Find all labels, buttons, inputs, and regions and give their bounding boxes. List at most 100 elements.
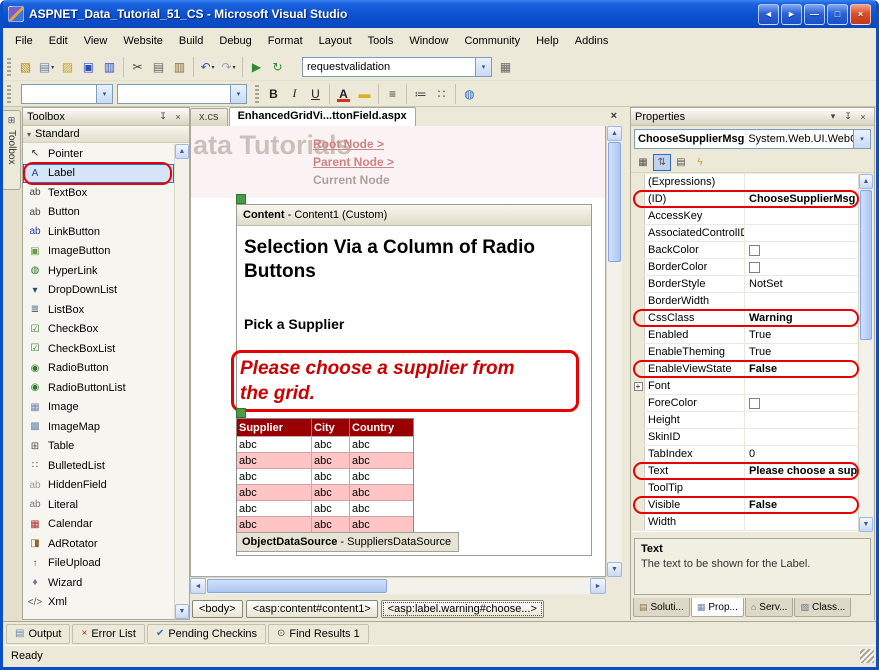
property-value[interactable]: False <box>745 497 860 513</box>
object-selector-combo[interactable]: ChooseSupplierMsgSystem.Web.UI.WebCor ▾ <box>634 129 871 149</box>
auto-hide-pin-icon[interactable]: ↧ <box>841 110 855 123</box>
search-combo-value[interactable]: requestvalidation <box>303 58 475 76</box>
expand-toggle-icon[interactable] <box>634 382 643 391</box>
property-row[interactable]: TabIndex 0 <box>632 446 860 463</box>
bullet-list-icon[interactable]: ∷ <box>431 84 452 104</box>
bottom-panel-tab[interactable]: × Error List <box>72 624 144 644</box>
toolbox-item[interactable]: ◍ HyperLink <box>23 261 174 281</box>
toolbox-item[interactable]: ab Literal <box>23 495 174 515</box>
toolbox-item[interactable]: A Label <box>23 164 174 184</box>
breadcrumb-link[interactable]: Root Node > <box>313 135 394 153</box>
grid-row[interactable]: abc abc abc <box>237 468 413 484</box>
close-button[interactable]: × <box>850 4 871 25</box>
property-value[interactable] <box>745 225 860 241</box>
align-left-icon[interactable]: ≡ <box>382 84 403 104</box>
open-file-icon[interactable]: ▨ <box>57 57 78 77</box>
menu-item[interactable]: Addins <box>567 31 617 51</box>
events-icon[interactable]: ϟ <box>691 154 709 171</box>
highlight-icon[interactable]: ▬ <box>354 84 375 104</box>
toolbar-icon[interactable] <box>378 84 379 104</box>
design-surface[interactable]: ata Tutorials Root Node > Parent Node > … <box>190 126 606 577</box>
toolbar-icon[interactable] <box>193 57 194 77</box>
toolbox-header[interactable]: Toolbox ↧ × <box>23 108 189 126</box>
toolbox-item[interactable]: ◨ AdRotator <box>23 534 174 554</box>
property-row[interactable]: Enabled True <box>632 327 860 344</box>
grid-row[interactable]: abc abc abc <box>237 484 413 500</box>
menu-item[interactable]: Community <box>456 31 528 51</box>
grid-row[interactable]: abc abc abc <box>237 452 413 468</box>
nav-back-button[interactable]: ◄ <box>758 4 779 25</box>
toolbar-icon[interactable] <box>406 84 407 104</box>
property-value[interactable]: NotSet <box>745 276 860 292</box>
property-value[interactable]: Please choose a suppli <box>745 463 860 479</box>
toolbox-item[interactable]: ≣ ListBox <box>23 300 174 320</box>
toolbar-grip[interactable] <box>7 85 11 103</box>
property-row[interactable]: BorderStyle NotSet <box>632 276 860 293</box>
scrollbar-thumb[interactable] <box>608 142 621 262</box>
property-row[interactable]: BorderColor <box>632 259 860 276</box>
property-value[interactable] <box>745 174 860 190</box>
property-row[interactable]: ToolTip <box>632 480 860 497</box>
property-value[interactable]: ChooseSupplierMsg <box>745 191 860 207</box>
cut-icon[interactable]: ✂ <box>127 57 148 77</box>
title-bar[interactable]: ASPNET_Data_Tutorial_51_CS - Microsoft V… <box>3 0 876 28</box>
property-row[interactable]: AccessKey <box>632 208 860 225</box>
design-horizontal-scrollbar[interactable]: ◄ ► <box>190 577 606 594</box>
tag-navigator-button[interactable]: <asp:content#content1> <box>246 600 378 618</box>
toolbar-icon[interactable] <box>329 84 330 104</box>
properties-page-icon[interactable]: ▤ <box>672 154 690 171</box>
tool-window-tab[interactable]: ▤ Soluti... <box>633 598 690 617</box>
scroll-down-icon[interactable]: ▼ <box>859 517 873 532</box>
add-item-icon[interactable]: ▤ <box>36 57 57 77</box>
scroll-down-icon[interactable]: ▼ <box>607 562 622 577</box>
grid-row[interactable]: abc abc abc <box>237 436 413 452</box>
property-row[interactable]: Visible False <box>632 497 860 514</box>
menu-item[interactable]: Window <box>401 31 456 51</box>
toolbox-item[interactable]: ⊞ Table <box>23 437 174 457</box>
toolbox-item[interactable]: ab HiddenField <box>23 476 174 496</box>
browse-icon[interactable]: ↻ <box>267 57 288 77</box>
property-row[interactable]: BackColor <box>632 242 860 259</box>
bottom-panel-tab[interactable]: ⊙ Find Results 1 <box>268 624 369 644</box>
property-value[interactable] <box>745 412 860 428</box>
chevron-down-icon[interactable]: ▾ <box>96 85 112 103</box>
property-row[interactable]: SkinID <box>632 429 860 446</box>
scroll-up-icon[interactable]: ▲ <box>607 126 622 141</box>
property-value[interactable] <box>745 480 860 496</box>
chevron-down-icon[interactable]: ▾ <box>853 130 870 148</box>
close-document-icon[interactable]: × <box>611 110 617 122</box>
tag-navigator-button[interactable]: <body> <box>192 600 243 618</box>
suppliers-gridview[interactable]: Supplier City Country abc abc abc <box>236 418 414 533</box>
alphabetical-icon[interactable]: ⇅ <box>653 154 671 171</box>
toolbox-item[interactable]: ab TextBox <box>23 183 174 203</box>
chevron-down-icon[interactable]: ▾ <box>475 58 491 76</box>
toolbox-item[interactable]: ab LinkButton <box>23 222 174 242</box>
grid-row[interactable]: abc abc abc <box>237 500 413 516</box>
design-vertical-scrollbar[interactable]: ▲ ▼ <box>606 126 622 577</box>
toolbox-collapsed-tab[interactable]: ⊞ Toolbox <box>3 110 21 190</box>
categorized-icon[interactable]: ▦ <box>634 154 652 171</box>
bottom-panel-tab[interactable]: ▤ Output <box>6 624 70 644</box>
property-value[interactable] <box>745 208 860 224</box>
toolbox-item[interactable]: ◉ RadioButton <box>23 359 174 379</box>
content-placeholder-header[interactable]: Content - Content1 (Custom) <box>237 205 591 226</box>
warning-label[interactable]: Please choose a supplier from the grid. <box>240 357 540 406</box>
target-schema-combo-value[interactable] <box>22 85 96 103</box>
tool-window-tab[interactable]: ▧ Class... <box>794 598 851 617</box>
property-value[interactable]: True <box>745 344 860 360</box>
property-row[interactable]: Height <box>632 412 860 429</box>
property-value[interactable] <box>745 293 860 309</box>
property-value[interactable] <box>745 395 860 411</box>
font-combo-value[interactable] <box>118 85 230 103</box>
property-row[interactable]: AssociatedControlID <box>632 225 860 242</box>
scroll-right-icon[interactable]: ► <box>590 578 606 594</box>
menu-item[interactable]: Tools <box>360 31 402 51</box>
scroll-up-icon[interactable]: ▲ <box>175 144 189 159</box>
toolbar-grip[interactable] <box>255 85 259 103</box>
property-row[interactable]: EnableTheming True <box>632 344 860 361</box>
toolbox-group-standard[interactable]: ▾ Standard <box>23 126 189 143</box>
toolbox-item[interactable]: ▩ ImageMap <box>23 417 174 437</box>
toolbox-item[interactable]: ☑ CheckBoxList <box>23 339 174 359</box>
toolbar-icon[interactable] <box>455 84 456 104</box>
scrollbar-thumb[interactable] <box>860 190 872 340</box>
